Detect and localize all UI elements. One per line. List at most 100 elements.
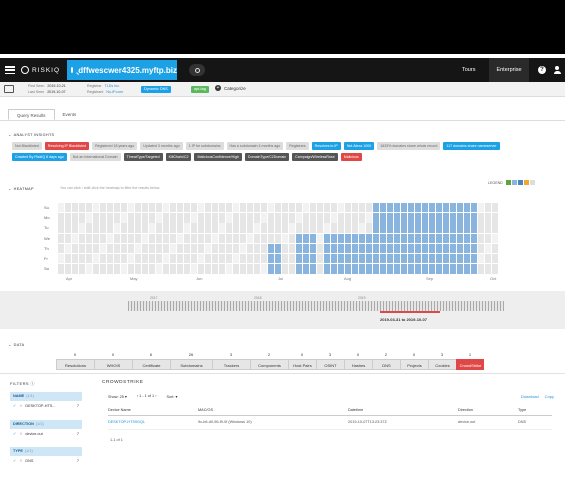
heatmap-cell[interactable] [457,264,464,274]
heatmap-cell[interactable] [485,254,492,264]
heatmap-cell[interactable] [282,243,289,254]
heatmap-cell[interactable] [366,213,373,223]
heatmap-cell[interactable] [303,264,310,274]
heatmap-cell[interactable] [331,243,338,254]
data-tab[interactable]: 1 CrowdStrike [456,351,484,370]
heatmap-cell[interactable] [450,233,457,243]
heatmap-cell[interactable] [240,223,247,233]
heatmap-cell[interactable] [366,254,373,264]
heatmap-cell[interactable] [149,243,156,254]
heatmap-cell[interactable] [373,233,380,243]
heatmap-cell[interactable] [128,213,135,223]
heatmap-cell[interactable] [352,264,359,274]
heatmap-cell[interactable] [338,233,345,243]
timeline-bar[interactable] [128,301,504,311]
heatmap-cell[interactable] [457,233,464,243]
heatmap-cell[interactable] [72,223,79,233]
insight-tag[interactable]: Malicious [340,153,362,161]
user-icon[interactable] [553,66,561,74]
heatmap-cell[interactable] [114,213,121,223]
heatmap-cell[interactable] [310,264,317,274]
heatmap-cell[interactable] [205,213,212,223]
heatmap-cell[interactable] [247,254,254,264]
heatmap-cell[interactable] [163,233,170,243]
heatmap-cell[interactable] [226,243,233,254]
heatmap-cell[interactable] [163,254,170,264]
heatmap-cell[interactable] [156,203,163,213]
heatmap-cell[interactable] [114,254,121,264]
heatmap-cell[interactable] [261,203,268,213]
heatmap-cell[interactable] [317,203,324,213]
heatmap-cell[interactable] [296,243,303,254]
heatmap-cell[interactable] [366,243,373,254]
heatmap-cell[interactable] [191,264,198,274]
heatmap-cell[interactable] [338,223,345,233]
heatmap-cell[interactable] [86,203,93,213]
heatmap-cell[interactable] [338,254,345,264]
copy-button[interactable]: Copy [545,394,554,399]
heatmap-cell[interactable] [324,264,331,274]
heatmap-cell[interactable] [128,254,135,264]
heatmap-cell[interactable] [58,243,65,254]
heatmap-cell[interactable] [429,213,436,223]
heatmap-cell[interactable] [100,233,107,243]
heatmap-cell[interactable] [135,233,142,243]
help-icon[interactable]: ? [538,66,546,74]
heatmap-cell[interactable] [366,264,373,274]
heatmap-cell[interactable] [450,213,457,223]
dynamic-dns-badge[interactable]: Dynamic DNS [141,86,171,93]
heatmap-cell[interactable] [415,254,422,264]
heatmap-cell[interactable] [492,203,499,213]
heatmap-cell[interactable] [415,233,422,243]
heatmap-cell[interactable] [177,233,184,243]
data-tab[interactable]: 0 Projects [400,351,428,370]
menu-icon[interactable] [5,66,15,74]
heatmap-cell[interactable] [93,233,100,243]
heatmap-cell[interactable] [212,243,219,254]
heatmap-cell[interactable] [86,233,93,243]
data-tab[interactable]: 2 DNS [372,351,400,370]
heatmap-cell[interactable] [443,223,450,233]
heatmap-cell[interactable] [107,223,114,233]
heatmap-cell[interactable] [380,264,387,274]
heatmap-cell[interactable] [359,264,366,274]
heatmap-cell[interactable] [191,213,198,223]
heatmap-cell[interactable] [352,243,359,254]
heatmap-cell[interactable] [450,254,457,264]
heatmap-cell[interactable] [394,233,401,243]
heatmap-cell[interactable] [156,213,163,223]
heatmap-cell[interactable] [401,213,408,223]
heatmap-cell[interactable] [436,223,443,233]
heatmap-cell[interactable] [86,264,93,274]
heatmap-cell[interactable] [345,203,352,213]
heatmap-cell[interactable] [289,203,296,213]
tab-events[interactable]: Events [55,109,85,120]
heatmap-cell[interactable] [324,243,331,254]
heatmap-cell[interactable] [464,254,471,264]
heatmap-cell[interactable] [429,254,436,264]
heatmap-cell[interactable] [296,223,303,233]
heatmap-cell[interactable] [373,254,380,264]
heatmap-cell[interactable] [331,213,338,223]
heatmap-cell[interactable] [317,233,324,243]
heatmap-cell[interactable] [324,223,331,233]
heatmap-cell[interactable] [296,264,303,274]
heatmap-cell[interactable] [415,203,422,213]
heatmap-cell[interactable] [359,223,366,233]
heatmap-cell[interactable] [58,213,65,223]
heatmap-cell[interactable] [205,254,212,264]
heatmap-cell[interactable] [184,264,191,274]
heatmap-cell[interactable] [135,223,142,233]
heatmap-cell[interactable] [352,233,359,243]
heatmap-cell[interactable] [212,233,219,243]
heatmap-cell[interactable] [93,213,100,223]
heatmap-cell[interactable] [429,223,436,233]
heatmap-cell[interactable] [380,243,387,254]
search-box[interactable]: dffwescwer4325.myftp.biz [67,60,177,80]
heatmap-cell[interactable] [149,203,156,213]
close-icon[interactable]: ✕ [19,432,22,436]
heatmap-cell[interactable] [163,243,170,254]
insight-tag[interactable]: Updated 3 months ago [140,142,183,150]
heatmap-cell[interactable] [373,203,380,213]
check-icon[interactable]: ✓ [13,432,16,436]
